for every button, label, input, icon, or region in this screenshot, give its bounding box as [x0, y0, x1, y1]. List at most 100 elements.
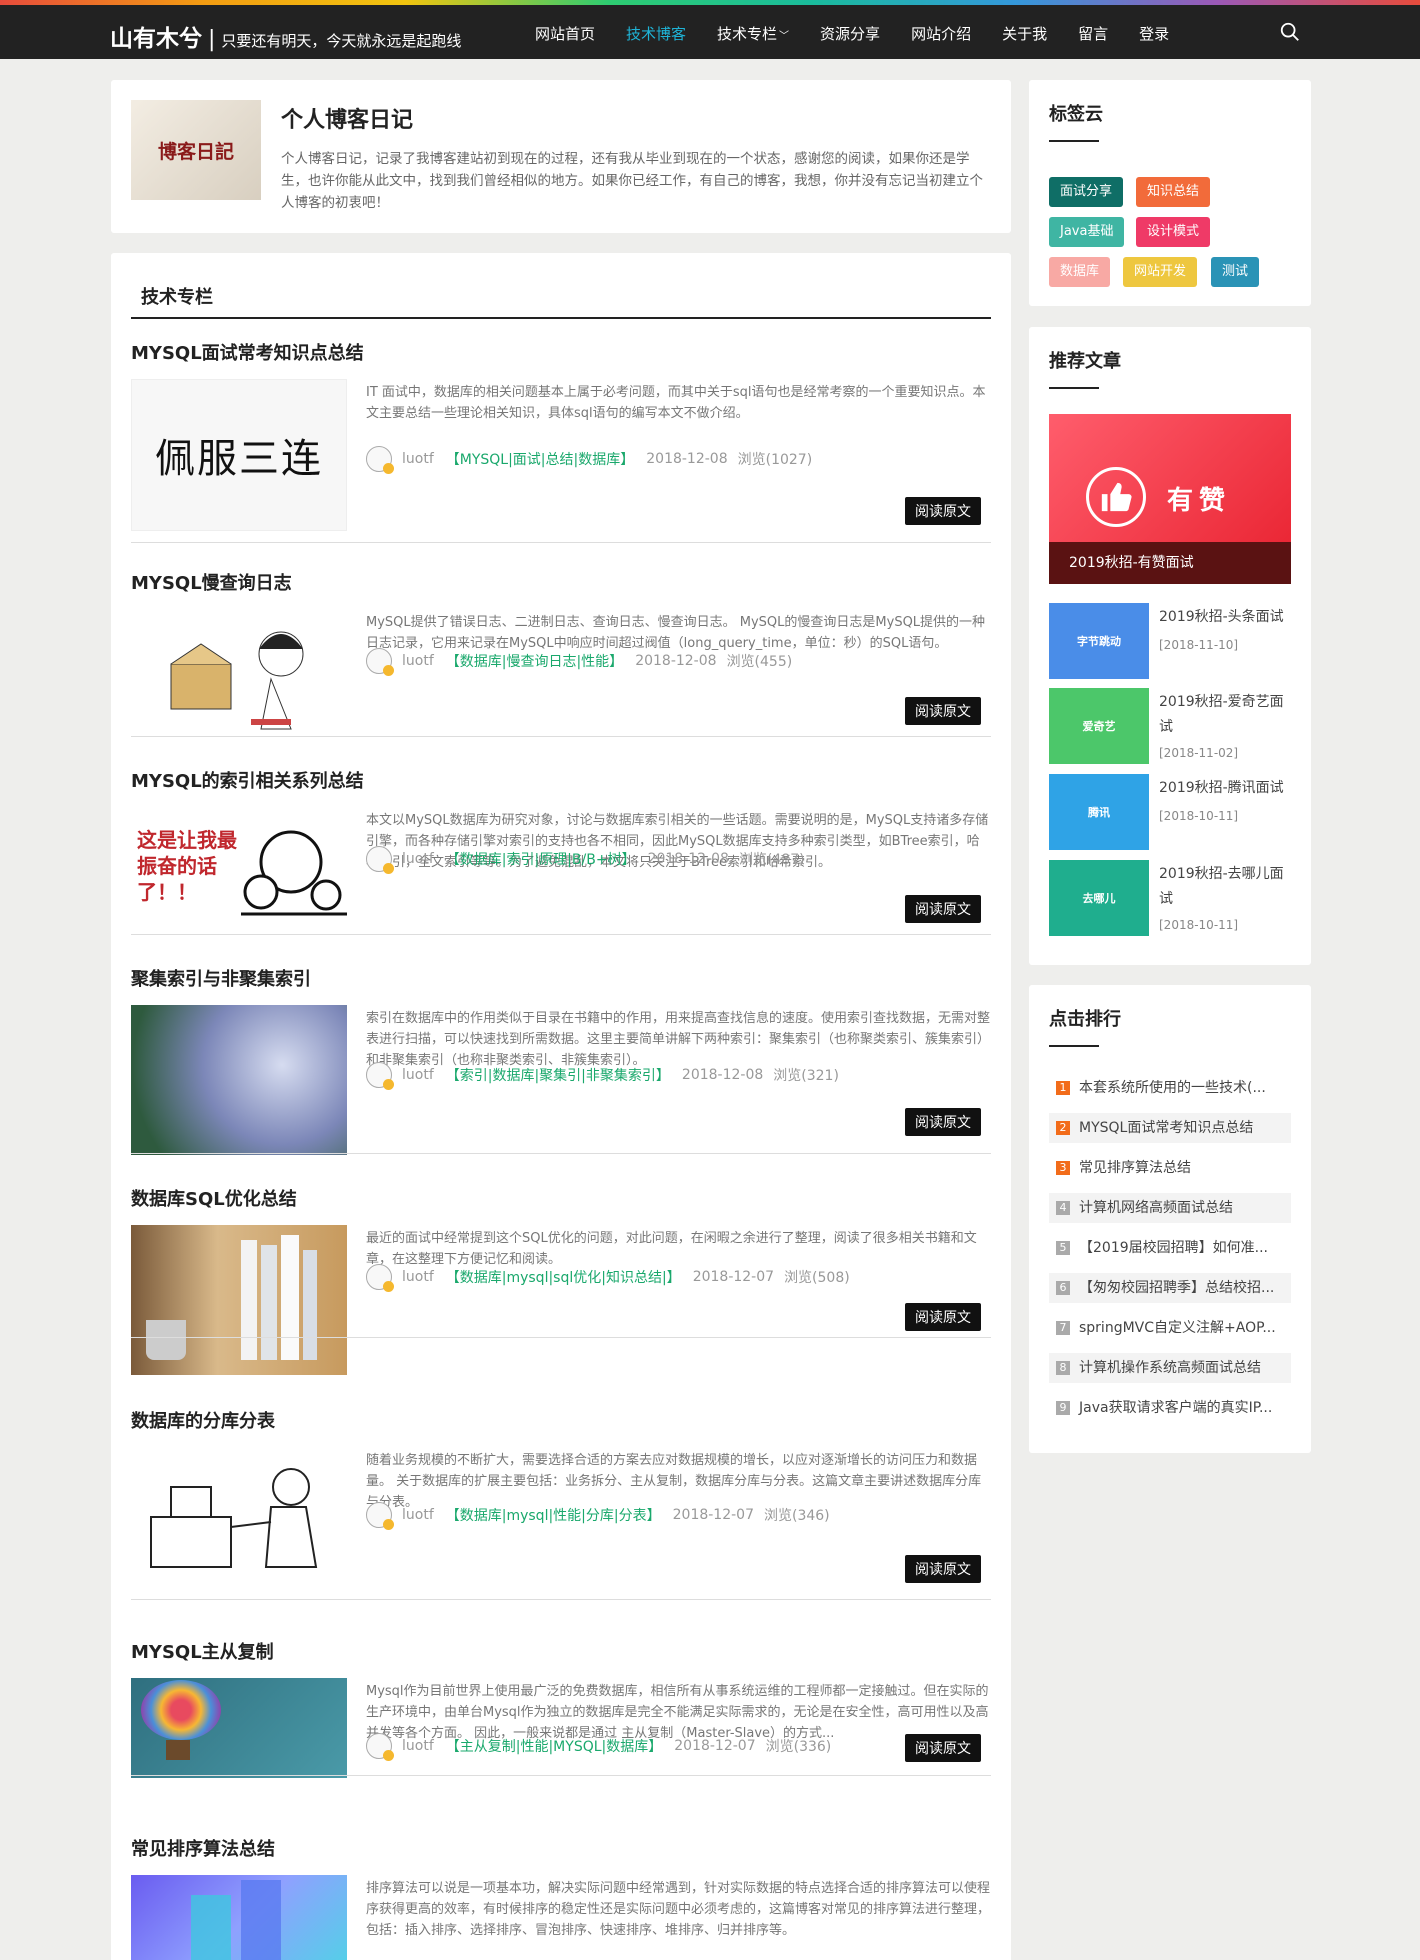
nav-about[interactable]: 关于我	[1002, 23, 1047, 44]
post-tags[interactable]: 【数据库|mysql|sql优化|知识总结|】	[446, 1267, 681, 1287]
post-title[interactable]: 数据库的分库分表	[131, 1407, 275, 1433]
intro-text: 个人博客日记，记录了我博客建站初到现在的过程，还有我从毕业到现在的一个状态，感谢…	[281, 151, 983, 211]
thumbs-up-icon	[1086, 467, 1146, 527]
post-thumbnail[interactable]	[131, 1225, 347, 1375]
post-title[interactable]: 常见排序算法总结	[131, 1835, 275, 1861]
nav-resources[interactable]: 资源分享	[820, 23, 880, 44]
recommended-item[interactable]: 腾讯 2019秋招-腾讯面试 [2018-10-11]	[1049, 774, 1291, 850]
tag-database[interactable]: 数据库	[1049, 257, 1111, 287]
post-author[interactable]: luotf	[402, 451, 434, 467]
ranking-item[interactable]: 8 计算机操作系统高频面试总结	[1049, 1353, 1291, 1383]
ranking-item[interactable]: 3 常见排序算法总结	[1049, 1153, 1291, 1183]
ranking-item[interactable]: 9 Java获取请求客户端的真实IP...	[1049, 1393, 1291, 1423]
post-date: 2018-12-08	[647, 851, 729, 867]
tencent-logo: 腾讯	[1049, 774, 1149, 850]
post-tags[interactable]: 【主从复制|性能|MYSQL|数据库】	[446, 1736, 663, 1756]
read-more-button[interactable]: 阅读原文	[905, 1303, 981, 1331]
recommended-item[interactable]: 字节跳动 2019秋招-头条面试 [2018-11-10]	[1049, 603, 1291, 679]
ranking-item[interactable]: 5 【2019届校园招聘】如何准...	[1049, 1233, 1291, 1263]
search-icon[interactable]	[1279, 21, 1301, 43]
read-more-button[interactable]: 阅读原文	[905, 497, 981, 525]
nav-tech-blog[interactable]: 技术博客	[626, 23, 686, 44]
post-views: 浏览(508)	[784, 1270, 850, 1286]
ranking-item[interactable]: 2 MYSQL面试常考知识点总结	[1049, 1113, 1291, 1143]
featured-article[interactable]: 有赞 2019秋招-有赞面试	[1049, 414, 1291, 584]
post-tags[interactable]: 【索引|数据库|聚集引|非聚集索引】	[446, 1065, 670, 1085]
post-views: 浏览(336)	[765, 1739, 832, 1755]
read-more-button[interactable]: 阅读原文	[905, 1108, 981, 1136]
post-thumbnail[interactable]	[131, 1005, 347, 1155]
tag-web-dev[interactable]: 网站开发	[1123, 257, 1198, 287]
post-author[interactable]: luotf	[402, 1507, 434, 1523]
post-date: 2018-12-07	[692, 1269, 775, 1285]
rank-number: 3	[1056, 1161, 1070, 1175]
post-thumbnail-text: 佩服三连	[155, 436, 323, 482]
ranking-item[interactable]: 4 计算机网络高频面试总结	[1049, 1193, 1291, 1223]
tag-design-pattern[interactable]: 设计模式	[1136, 217, 1211, 247]
read-more-button[interactable]: 阅读原文	[905, 1734, 981, 1762]
post-author[interactable]: luotf	[402, 1269, 434, 1285]
post-title[interactable]: MYSQL的索引相关系列总结	[131, 767, 364, 793]
site-brand[interactable]: 山有木兮 | 只要还有明天，今天就永远是起跑线	[110, 19, 461, 53]
post-tags[interactable]: 【数据库|慢查询日志|性能】	[446, 651, 623, 671]
post-excerpt: IT 面试中，数据库的相关问题基本上属于必考问题，而其中关于sql语句也是经常考…	[366, 385, 986, 421]
post-author[interactable]: luotf	[402, 653, 434, 669]
intro-title: 个人博客日记	[281, 108, 414, 133]
main-content: 技术专栏 MYSQL面试常考知识点总结 佩服三连 IT 面试中，数据库的相关问题…	[111, 253, 1011, 1960]
nav-home[interactable]: 网站首页	[535, 23, 595, 44]
nav-tech-column[interactable]: 技术专栏 ﹀	[717, 23, 789, 44]
office-cartoon	[150, 1468, 318, 1568]
avatar	[366, 648, 394, 676]
recommended-item[interactable]: 爱奇艺 2019秋招-爱奇艺面试 [2018-11-02]	[1049, 688, 1291, 764]
tag-interview[interactable]: 面试分享	[1049, 177, 1124, 207]
cube-shape	[191, 1895, 231, 1960]
post-title[interactable]: 聚集索引与非聚集索引	[131, 965, 311, 991]
nav-site-intro[interactable]: 网站介绍	[911, 23, 971, 44]
rank-number: 7	[1056, 1321, 1070, 1335]
ranking-item[interactable]: 1 本套系统所使用的一些技术(...	[1049, 1073, 1291, 1103]
rank-number: 4	[1056, 1201, 1070, 1215]
read-more-button[interactable]: 阅读原文	[905, 895, 981, 923]
post-tags[interactable]: 【数据库|mysql|性能|分库|分表】	[446, 1505, 661, 1525]
tag-knowledge[interactable]: 知识总结	[1136, 177, 1211, 207]
tag-test[interactable]: 测试	[1211, 257, 1260, 287]
nav-login[interactable]: 登录	[1139, 23, 1169, 44]
ranking-item[interactable]: 7 springMVC自定义注解+AOP...	[1049, 1313, 1291, 1343]
post-thumbnail[interactable]	[131, 1447, 347, 1605]
section-title: 技术专栏	[141, 287, 213, 308]
nav-message[interactable]: 留言	[1078, 23, 1108, 44]
widget-title: 推荐文章	[1049, 351, 1121, 372]
post-title[interactable]: MYSQL慢查询日志	[131, 569, 292, 595]
tag-java-basics[interactable]: Java基础	[1049, 217, 1125, 247]
balloon-house	[166, 1740, 190, 1760]
post-thumbnail[interactable]	[131, 609, 347, 761]
balloon-cluster	[141, 1680, 221, 1740]
post-views: 浏览(321)	[773, 1068, 839, 1084]
recommended-item[interactable]: 去哪儿 2019秋招-去哪儿面试 [2018-10-11]	[1049, 860, 1291, 936]
rank-number: 6	[1056, 1281, 1070, 1295]
read-more-button[interactable]: 阅读原文	[905, 697, 981, 725]
post-thumbnail[interactable]	[131, 1678, 347, 1778]
ranking-title: 本套系统所使用的一些技术(...	[1079, 1080, 1266, 1096]
post-tags[interactable]: 【数据库|索引|原理|B/B+树】	[446, 849, 636, 869]
read-more-button[interactable]: 阅读原文	[905, 1555, 981, 1583]
post-thumbnail[interactable]: 佩服三连	[131, 379, 347, 531]
recommended-date: [2018-11-10]	[1159, 638, 1239, 652]
bytedance-logo: 字节跳动	[1049, 603, 1149, 679]
post-author[interactable]: luotf	[402, 1738, 434, 1754]
post-thumbnail[interactable]	[131, 1875, 347, 1960]
post-author[interactable]: luotf	[402, 851, 434, 867]
post-author[interactable]: luotf	[402, 1067, 434, 1083]
recommended-widget: 推荐文章 有赞 2019秋招-有赞面试 字节跳动 2019秋招-头条面试 [20…	[1029, 327, 1311, 965]
post-thumbnail[interactable]: 这是让我最振奋的话了！！	[131, 807, 347, 927]
post-tags[interactable]: 【MYSQL|面试|总结|数据库】	[446, 449, 635, 469]
post-title[interactable]: MYSQL面试常考知识点总结	[131, 339, 364, 365]
brand-separator: |	[208, 27, 216, 52]
post-title[interactable]: 数据库SQL优化总结	[131, 1185, 297, 1211]
widget-title: 点击排行	[1049, 1009, 1121, 1030]
post-meta: luotf 【数据库|mysql|性能|分库|分表】 2018-12-07 浏览…	[366, 1502, 830, 1530]
post-title[interactable]: MYSQL主从复制	[131, 1638, 274, 1664]
ranking-item[interactable]: 6 【匆匆校园招聘季】总结校招...	[1049, 1273, 1291, 1303]
site-motto: 只要还有明天，今天就永远是起跑线	[221, 32, 462, 50]
iqiyi-logo: 爱奇艺	[1049, 688, 1149, 764]
